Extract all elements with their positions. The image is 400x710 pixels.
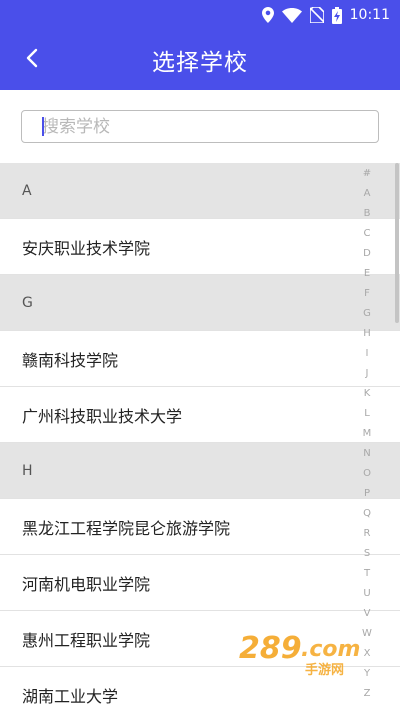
location-icon	[261, 7, 274, 23]
index-letter[interactable]: E	[364, 264, 370, 284]
text-cursor	[42, 117, 44, 136]
app-bar: 选择学校	[0, 30, 400, 90]
status-bar: 10:11	[0, 0, 400, 30]
index-letter[interactable]: X	[364, 644, 371, 664]
index-letter[interactable]: Q	[363, 504, 371, 524]
school-name: 黑龙江工程学院昆仑旅游学院	[22, 518, 231, 538]
index-letter[interactable]: S	[364, 544, 370, 564]
school-name: 河南机电职业学院	[22, 574, 151, 594]
school-name: 广州科技职业技术大学	[22, 406, 183, 426]
battery-charging-icon	[331, 6, 342, 24]
index-letter[interactable]: Z	[364, 684, 371, 704]
index-letter[interactable]: T	[364, 564, 370, 584]
list-item[interactable]: 赣南科技学院	[0, 331, 400, 387]
index-letter[interactable]: G	[363, 304, 371, 324]
index-letter[interactable]: H	[363, 324, 371, 344]
index-letter[interactable]: U	[363, 584, 370, 604]
list-item[interactable]: 广州科技职业技术大学	[0, 387, 400, 443]
index-letter[interactable]: F	[364, 284, 370, 304]
section-header: G	[0, 275, 400, 331]
index-letter[interactable]: W	[362, 624, 372, 644]
section-letter: G	[22, 294, 33, 311]
index-letter[interactable]: P	[364, 484, 370, 504]
section-letter: A	[22, 182, 32, 199]
search-area	[0, 90, 400, 163]
list-item[interactable]: 黑龙江工程学院昆仑旅游学院	[0, 499, 400, 555]
scrollbar-thumb[interactable]	[395, 163, 399, 323]
index-letter[interactable]: #	[363, 164, 371, 184]
section-header: A	[0, 163, 400, 219]
index-letter[interactable]: I	[366, 344, 369, 364]
index-letter[interactable]: D	[363, 244, 371, 264]
list-item[interactable]: 湖南工业大学	[0, 667, 400, 710]
index-letter[interactable]: K	[364, 384, 371, 404]
index-letter[interactable]: Y	[364, 664, 370, 684]
school-name: 安庆职业技术学院	[22, 238, 151, 258]
school-list: A 安庆职业技术学院 G 赣南科技学院广州科技职业技术大学 H 黑龙江工程学院昆仑旅游学院…	[0, 163, 400, 710]
section-header: H	[0, 443, 400, 499]
index-letter[interactable]: O	[363, 464, 371, 484]
index-letter[interactable]: C	[364, 224, 371, 244]
index-letter[interactable]: J	[366, 364, 369, 384]
status-time: 10:11	[349, 7, 390, 23]
chevron-left-icon	[26, 48, 38, 72]
list-item[interactable]: 惠州工程职业学院	[0, 611, 400, 667]
index-letter[interactable]: V	[364, 604, 371, 624]
alphabet-index-bar[interactable]: # A B C D E F G H I J K L M N O P Q R S T U V W X Y Z	[355, 164, 379, 704]
index-letter[interactable]: R	[364, 524, 371, 544]
wifi-icon	[281, 7, 302, 23]
school-name: 湖南工业大学	[22, 686, 119, 706]
index-letter[interactable]: N	[363, 444, 370, 464]
search-input[interactable]	[21, 110, 379, 143]
index-letter[interactable]: A	[364, 184, 371, 204]
school-name: 赣南科技学院	[22, 350, 119, 370]
index-letter[interactable]: L	[364, 404, 370, 424]
page-title: 选择学校	[152, 50, 248, 76]
school-name: 惠州工程职业学院	[22, 630, 151, 650]
list-item[interactable]: 河南机电职业学院	[0, 555, 400, 611]
list-item[interactable]: 安庆职业技术学院	[0, 219, 400, 275]
back-button[interactable]	[16, 44, 48, 76]
no-sim-icon	[309, 7, 324, 23]
section-letter: H	[22, 462, 33, 479]
index-letter[interactable]: B	[364, 204, 371, 224]
index-letter[interactable]: M	[363, 424, 372, 444]
